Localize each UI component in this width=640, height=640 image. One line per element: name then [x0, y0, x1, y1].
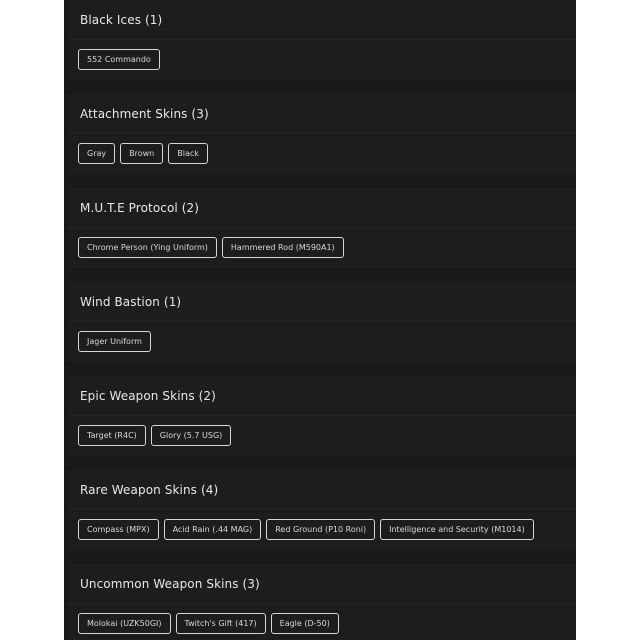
section-uncommon-weapon-skins: Uncommon Weapon Skins (3) Molokai (UZK50…	[68, 564, 576, 640]
section-wind-bastion: Wind Bastion (1) Jager Uniform	[68, 282, 576, 362]
item-tag[interactable]: Black	[168, 143, 208, 164]
section-title: Epic Weapon Skins (2)	[80, 389, 216, 403]
item-tag[interactable]: Molokai (UZK50GI)	[78, 613, 171, 634]
section-mute-protocol: M.U.T.E Protocol (2) Chrome Person (Ying…	[68, 188, 576, 268]
item-tag[interactable]: Target (R4C)	[78, 425, 146, 446]
section-header: M.U.T.E Protocol (2)	[68, 188, 576, 228]
section-title: Black Ices (1)	[80, 13, 163, 27]
section-header: Uncommon Weapon Skins (3)	[68, 564, 576, 604]
item-tag[interactable]: Compass (MPX)	[78, 519, 159, 540]
item-tag[interactable]: 552 Commando	[78, 49, 160, 70]
item-tag[interactable]: Hammered Rod (M590A1)	[221, 237, 344, 258]
section-title: Uncommon Weapon Skins (3)	[80, 577, 260, 591]
section-attachment-skins: Attachment Skins (3) Gray Brown Black	[68, 94, 576, 174]
item-tag[interactable]: Intelligence and Security (M1014)	[380, 519, 534, 540]
tag-list: Compass (MPX) Acid Rain (.44 MAG) Red Gr…	[68, 510, 576, 550]
inventory-panel: Black Ices (1) 552 Commando Attachment S…	[64, 0, 576, 640]
item-tag[interactable]: Gray	[78, 143, 116, 164]
section-header: Black Ices (1)	[68, 0, 576, 40]
section-header: Epic Weapon Skins (2)	[68, 376, 576, 416]
tag-list: Molokai (UZK50GI) Twitch's Gift (417) Ea…	[68, 604, 576, 640]
section-header: Wind Bastion (1)	[68, 282, 576, 322]
section-title: M.U.T.E Protocol (2)	[80, 201, 200, 215]
item-tag[interactable]: Acid Rain (.44 MAG)	[163, 519, 262, 540]
tag-list: Jager Uniform	[68, 322, 576, 362]
tag-list: Gray Brown Black	[68, 134, 576, 174]
section-rare-weapon-skins: Rare Weapon Skins (4) Compass (MPX) Acid…	[68, 470, 576, 550]
item-tag[interactable]: Twitch's Gift (417)	[175, 613, 266, 634]
item-tag[interactable]: Red Ground (P10 Roni)	[266, 519, 376, 540]
section-header: Attachment Skins (3)	[68, 94, 576, 134]
section-title: Rare Weapon Skins (4)	[80, 483, 219, 497]
section-black-ices: Black Ices (1) 552 Commando	[68, 0, 576, 80]
item-tag[interactable]: Chrome Person (Ying Uniform)	[78, 237, 217, 258]
item-tag[interactable]: Jager Uniform	[78, 331, 151, 352]
section-title: Attachment Skins (3)	[80, 107, 209, 121]
tag-list: Chrome Person (Ying Uniform) Hammered Ro…	[68, 228, 576, 268]
item-tag[interactable]: Brown	[120, 143, 164, 164]
tag-list: Target (R4C) Glory (5.7 USG)	[68, 416, 576, 456]
tag-list: 552 Commando	[68, 40, 576, 80]
section-header: Rare Weapon Skins (4)	[68, 470, 576, 510]
section-epic-weapon-skins: Epic Weapon Skins (2) Target (R4C) Glory…	[68, 376, 576, 456]
item-tag[interactable]: Glory (5.7 USG)	[150, 425, 232, 446]
section-title: Wind Bastion (1)	[80, 295, 182, 309]
item-tag[interactable]: Eagle (D-50)	[270, 613, 339, 634]
